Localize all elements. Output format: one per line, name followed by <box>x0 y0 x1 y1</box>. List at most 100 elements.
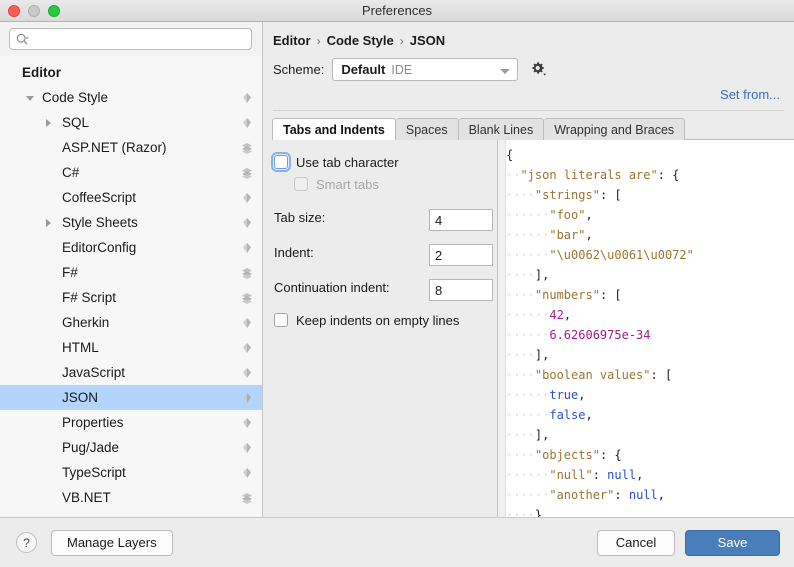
code-token-punc: : { <box>599 448 622 462</box>
settings-tree[interactable]: Editor Code Style SQL ASP.NET (Razor) C# Coff… <box>0 56 262 517</box>
twisty-collapsed-icon[interactable] <box>46 119 51 127</box>
twisty-expanded-icon[interactable] <box>26 96 34 101</box>
set-from-link[interactable]: Set from... <box>720 87 780 102</box>
sidebar-item-typescript[interactable]: TypeScript <box>0 460 262 485</box>
use-tab-character-label: Use tab character <box>296 154 399 170</box>
sidebar-item-label: Code Style <box>42 90 109 105</box>
sidebar-item-code-style[interactable]: Code Style <box>0 85 262 110</box>
sidebar-item-label: SQL <box>62 115 90 130</box>
code-token-kw: true <box>549 388 579 402</box>
settings-sidebar: Editor Code Style SQL ASP.NET (Razor) C# Coff… <box>0 22 263 517</box>
breadcrumb-item-code-style[interactable]: Code Style <box>327 33 394 48</box>
sidebar-item-label: XAML <box>0 515 240 517</box>
preview-code[interactable]: {··"json literals are": {····"strings": … <box>506 140 794 517</box>
sidebar-item-c[interactable]: C# <box>0 160 262 185</box>
sidebar-item-editor[interactable]: Editor <box>0 60 262 85</box>
code-line: ······42, <box>506 305 794 325</box>
sidebar-item-asp-net-razor[interactable]: ASP.NET (Razor) <box>0 135 262 160</box>
manage-layers-button[interactable]: Manage Layers <box>51 529 173 556</box>
code-token-kw: null <box>607 468 637 482</box>
continuation-indent-input[interactable] <box>429 279 493 301</box>
sidebar-item-f[interactable]: F# <box>0 260 262 285</box>
sidebar-item-gherkin[interactable]: Gherkin <box>0 310 262 335</box>
breadcrumb-item-editor[interactable]: Editor <box>273 33 311 48</box>
code-token-punc: , <box>585 208 593 222</box>
code-token-punc: : [ <box>650 368 673 382</box>
sidebar-item-properties[interactable]: Properties <box>0 410 262 435</box>
code-token-dots: ······ <box>506 308 550 322</box>
sidebar-item-sql[interactable]: SQL <box>0 110 262 135</box>
code-token-punc: , <box>563 308 572 322</box>
search-input[interactable] <box>34 29 247 49</box>
code-line: ······"bar", <box>506 225 794 245</box>
sidebar-item-f-script[interactable]: F# Script <box>0 285 262 310</box>
code-token-dots: ······ <box>506 388 550 402</box>
code-token-dots: ···· <box>506 428 535 442</box>
tab-wrapping-and-braces[interactable]: Wrapping and Braces <box>544 118 686 140</box>
code-token-punc: , <box>578 388 586 402</box>
sidebar-item-editorconfig[interactable]: EditorConfig <box>0 235 262 260</box>
code-token-dots: ···· <box>506 368 535 382</box>
help-button[interactable]: ? <box>16 532 37 553</box>
code-token-punc: ], <box>534 348 550 362</box>
twisty-collapsed-icon[interactable] <box>46 219 51 227</box>
gem-icon <box>240 441 254 455</box>
search-box[interactable] <box>9 28 252 50</box>
gem-icon <box>240 216 254 230</box>
sidebar-item-xaml[interactable]: XAML <box>0 510 262 517</box>
cancel-button[interactable]: Cancel <box>597 529 675 556</box>
search-container <box>0 22 262 56</box>
sidebar-item-javascript[interactable]: JavaScript <box>0 360 262 385</box>
layers-icon <box>240 516 254 518</box>
continuation-indent-label: Continuation indent: <box>274 280 390 295</box>
code-token-num: 6.62606975e-34 <box>549 328 651 342</box>
code-line: ····], <box>506 345 794 365</box>
sidebar-item-vb-net[interactable]: VB.NET <box>0 485 262 510</box>
sidebar-item-label: Editor <box>22 65 61 80</box>
tab-size-input[interactable] <box>429 209 493 231</box>
code-line: ····], <box>506 425 794 445</box>
code-line: { <box>506 145 794 165</box>
keep-indents-on-empty-lines-checkbox[interactable] <box>274 313 288 327</box>
sidebar-item-label: Style Sheets <box>62 215 138 230</box>
smart-tabs-row: Smart tabs <box>274 173 497 195</box>
tab-spaces[interactable]: Spaces <box>395 118 459 140</box>
scheme-dropdown[interactable]: Default IDE <box>332 58 519 81</box>
code-token-punc: , <box>585 408 593 422</box>
breadcrumb-separator: › <box>399 33 404 48</box>
sidebar-item-html[interactable]: HTML <box>0 335 262 360</box>
gear-icon[interactable] <box>530 61 547 78</box>
save-button[interactable]: Save <box>685 529 780 556</box>
search-icon <box>16 33 29 46</box>
sidebar-item-coffeescript[interactable]: CoffeeScript <box>0 185 262 210</box>
code-token-punc: : { <box>657 168 680 182</box>
gem-icon <box>240 416 254 430</box>
use-tab-character-checkbox[interactable] <box>271 152 291 172</box>
sidebar-item-label: JavaScript <box>62 365 126 380</box>
code-line: ······6.62606975e-34 <box>506 325 794 345</box>
code-token-punc: ], <box>534 268 550 282</box>
keep-indents-row[interactable]: Keep indents on empty lines <box>274 309 497 331</box>
layers-icon <box>240 491 254 505</box>
code-token-dots: ···· <box>506 448 535 462</box>
code-token-num: 42 <box>549 308 564 322</box>
code-token-punc: ], <box>534 428 550 442</box>
sidebar-item-style-sheets[interactable]: Style Sheets <box>0 210 262 235</box>
sidebar-item-label: TypeScript <box>62 465 126 480</box>
settings-tabs[interactable]: Tabs and Indents Spaces Blank Lines Wrappin… <box>263 118 794 140</box>
code-token-dots: ······ <box>506 248 550 262</box>
layers-icon <box>240 266 254 280</box>
sidebar-item-json[interactable]: JSON <box>0 385 262 410</box>
code-token-str: "\u0062\u0061\u0072" <box>549 248 694 262</box>
use-tab-character-row[interactable]: Use tab character <box>271 151 497 173</box>
smart-tabs-checkbox <box>294 177 308 191</box>
code-line: ····"objects": { <box>506 445 794 465</box>
indent-input[interactable] <box>429 244 493 266</box>
sidebar-item-pug-jade[interactable]: Pug/Jade <box>0 435 262 460</box>
code-line: ······"foo", <box>506 205 794 225</box>
gem-icon <box>240 391 254 405</box>
tab-blank-lines[interactable]: Blank Lines <box>458 118 545 140</box>
code-preview-pane[interactable]: {··"json literals are": {····"strings": … <box>498 140 794 517</box>
dialog-body: Editor Code Style SQL ASP.NET (Razor) C# Coff… <box>0 22 794 517</box>
tab-tabs-and-indents[interactable]: Tabs and Indents <box>272 118 396 140</box>
